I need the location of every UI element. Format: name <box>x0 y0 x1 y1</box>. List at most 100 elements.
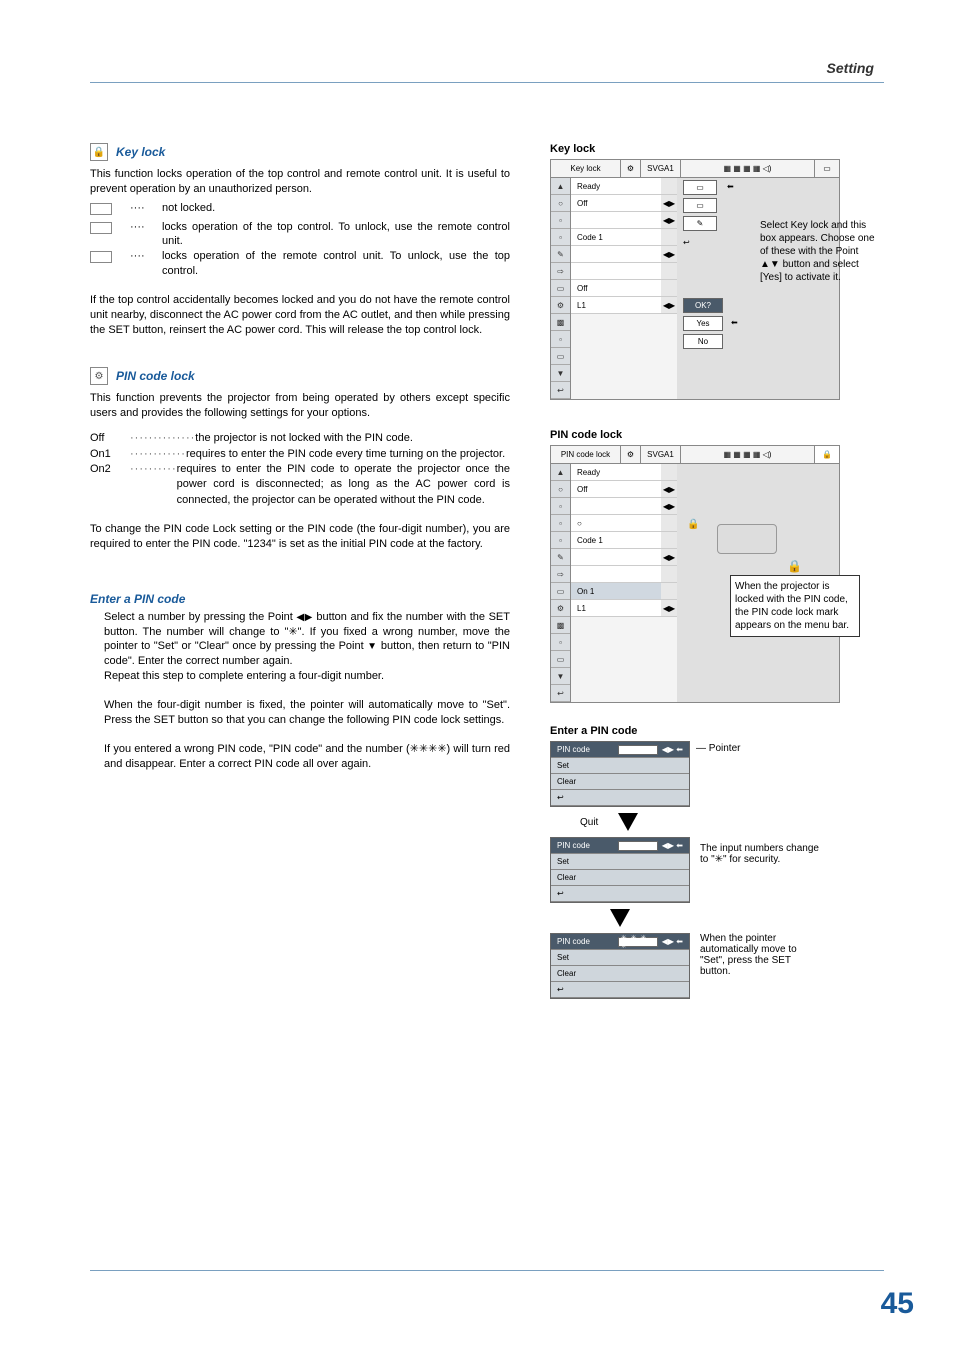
fig2-callout: When the projector is locked with the PI… <box>730 575 860 637</box>
arrow-lr-icon: ◀▶ <box>661 297 677 314</box>
scroll-down-icon: ▼ <box>551 668 570 685</box>
fig1-callout: Select Key lock and this box appears. Ch… <box>760 219 880 284</box>
fig2-menu-title: PIN code lock <box>551 446 621 463</box>
keylock-icon-unlocked <box>90 201 130 220</box>
enterpin-p1a: Select a number by pressing the Point <box>104 611 296 623</box>
triangle-left-icon: ◀ <box>296 612 304 623</box>
header-rule <box>90 82 884 83</box>
dots: ·············· <box>130 431 195 446</box>
right-column: Key lock Key lock ⚙ SVGA1 ▦ ▦ ▦ ▦ ◁) ▭ ▲… <box>550 143 880 999</box>
scroll-down-icon: ▼ <box>551 365 570 382</box>
quit-row: ↩ <box>551 886 689 902</box>
menu-row: Off <box>571 481 661 498</box>
keylock-icon-top <box>90 220 130 250</box>
menu-row: L1 <box>571 297 661 314</box>
menu-row <box>571 498 661 515</box>
menu-row: Code 1 <box>571 532 661 549</box>
keylock-row1: not locked. <box>162 201 510 220</box>
enterpin-title: Enter a PIN code <box>90 592 510 606</box>
menu-icon: ⚙ <box>621 446 641 463</box>
pin-label: PIN code <box>557 841 590 850</box>
keylock-intro: This function locks operation of the top… <box>90 167 510 197</box>
menu-row: Off <box>571 195 661 212</box>
arrow-lr-icon: ◀▶ <box>661 481 677 498</box>
fig1-box: Key lock ⚙ SVGA1 ▦ ▦ ▦ ▦ ◁) ▭ ▲ ○▫▫✎ ⇨▭⚙… <box>550 159 880 389</box>
fig2-svga: SVGA1 <box>641 446 681 463</box>
fig3-callout1: The input numbers change to "✳" for secu… <box>700 837 820 865</box>
fig1-svga: SVGA1 <box>641 160 681 177</box>
menu-row: Ready <box>571 464 661 481</box>
menu-row: Code 1 <box>571 229 661 246</box>
page-number: 45 <box>881 1287 914 1321</box>
pin-label: PIN code <box>557 745 590 754</box>
keylock-icon: 🔒 <box>90 143 108 161</box>
arrow-lr-icon: ◀▶ <box>661 549 677 566</box>
pin-entry-box: PIN code✳ ✳ ✳ ✳◀▶ ⬅ Set Clear ↩ <box>550 933 690 999</box>
pin-value: ✳ ✳ ✳ ✳ <box>618 937 658 947</box>
pin-label: PIN code <box>557 937 590 946</box>
footer-rule <box>90 1270 884 1271</box>
menu-icons: ▦ ▦ ▦ ▦ ◁) <box>681 446 815 463</box>
fig1-title: Key lock <box>550 143 880 155</box>
pin-value: ✳ 2 <box>618 841 658 851</box>
dots: ···· <box>130 201 162 220</box>
fig3-callout2: When the pointer automatically move to "… <box>700 933 820 977</box>
quit-label: Quit <box>580 817 598 828</box>
pin-value: 1 <box>618 745 658 755</box>
menu-icons: ▦ ▦ ▦ ▦ ◁) <box>681 160 815 177</box>
keylock-para2: If the top control accidentally becomes … <box>90 293 510 338</box>
pin-off-text: the projector is not locked with the PIN… <box>195 431 510 446</box>
arrow-lr-icon: ◀▶ <box>661 600 677 617</box>
fig1-yes: Yes <box>683 316 723 331</box>
quit-row: ↩ <box>551 790 689 806</box>
pin-on2-text: requires to enter the PIN code to operat… <box>177 462 510 508</box>
enterpin-p2: Repeat this step to complete entering a … <box>104 670 384 682</box>
menu-row <box>571 246 661 263</box>
menu-row <box>571 549 661 566</box>
set-row: Set <box>551 758 689 774</box>
page-header-title: Setting <box>90 60 884 82</box>
menu-icon: ▭ <box>815 160 839 177</box>
menu-icon: ⚙ <box>621 160 641 177</box>
dots: ···· <box>130 220 162 250</box>
pin-off-label: Off <box>90 431 130 446</box>
fig3-title: Enter a PIN code <box>550 725 880 737</box>
pin-entry-box: PIN code1◀▶ ⬅ Set Clear ↩ <box>550 741 690 807</box>
pin-on1-label: On1 <box>90 447 130 462</box>
pin-entry-box: PIN code✳ 2◀▶ ⬅ Set Clear ↩ <box>550 837 690 903</box>
quit-row: ↩ <box>551 982 689 998</box>
dots: ············ <box>130 447 186 462</box>
fig2-box: PIN code lock ⚙ SVGA1 ▦ ▦ ▦ ▦ ◁) 🔒 ▲ ○▫▫… <box>550 445 880 675</box>
keylock-row2: locks operation of the top control. To u… <box>162 220 510 250</box>
clear-row: Clear <box>551 870 689 886</box>
menu-row: Ready <box>571 178 661 195</box>
pincode-para2: To change the PIN code Lock setting or t… <box>90 522 510 552</box>
pincode-intro: This function prevents the projector fro… <box>90 391 510 421</box>
pin-on2-label: On2 <box>90 462 130 508</box>
set-row: Set <box>551 950 689 966</box>
fig2-title: PIN code lock <box>550 429 880 441</box>
fig1-menu-title: Key lock <box>551 160 621 177</box>
keylock-row3: locks operation of the remote control un… <box>162 249 510 279</box>
pincode-title: PIN code lock <box>116 369 195 383</box>
scroll-up-icon: ▲ <box>551 178 570 195</box>
dots: ···· <box>130 249 162 279</box>
pointer-label: Pointer <box>709 743 741 754</box>
set-row: Set <box>551 854 689 870</box>
arrow-down-icon <box>618 813 638 831</box>
clear-row: Clear <box>551 966 689 982</box>
menu-row <box>571 212 661 229</box>
menu-row: L1 <box>571 600 661 617</box>
arrow-down-icon <box>610 909 630 927</box>
menu-row <box>571 263 661 280</box>
fig1-no: No <box>683 334 723 349</box>
pin-on1-text: requires to enter the PIN code every tim… <box>186 447 510 462</box>
fig1-ok: OK? <box>683 298 723 313</box>
fig3-box: PIN code1◀▶ ⬅ Set Clear ↩ — Pointer Quit… <box>550 741 880 999</box>
enterpin-p3: When the four-digit number is fixed, the… <box>104 698 510 728</box>
keylock-icon-remote <box>90 249 130 279</box>
keylock-title: Key lock <box>116 145 165 159</box>
menu-row: On 1 <box>571 583 661 600</box>
triangle-down-icon: ▼ <box>367 641 377 652</box>
menu-row: Off <box>571 280 661 297</box>
